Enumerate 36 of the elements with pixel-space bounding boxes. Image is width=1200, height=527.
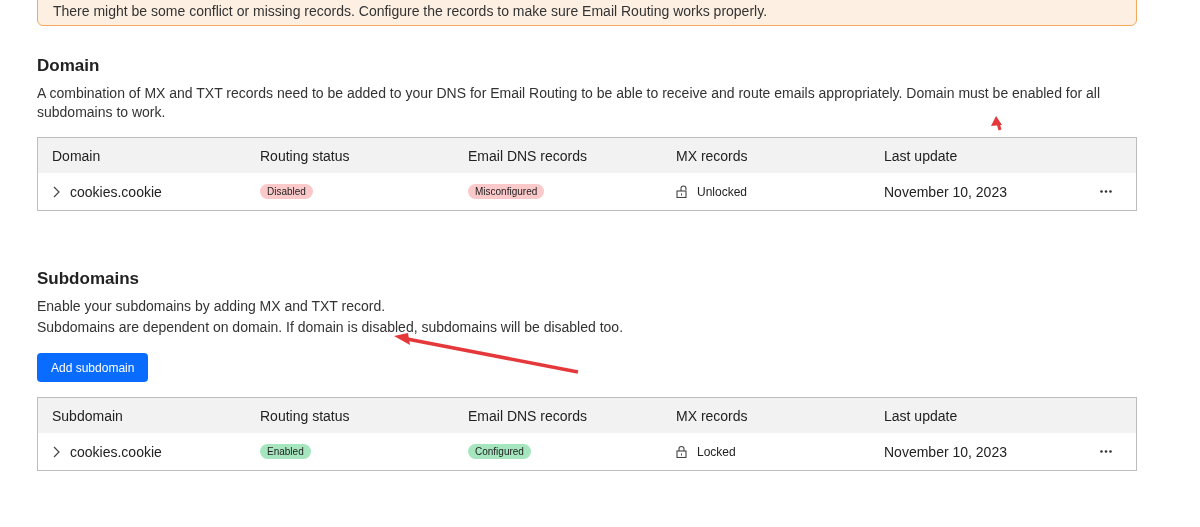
status-badge: Misconfigured	[468, 184, 545, 199]
chevron-icon	[52, 445, 60, 458]
column-header: MX records	[676, 407, 749, 424]
column-header: Subdomain	[52, 407, 124, 424]
domain-name: cookies.cookie	[70, 183, 162, 200]
lock-status: Locked	[697, 444, 736, 459]
domain-name: cookies.cookie	[70, 443, 162, 460]
more-button[interactable]	[1098, 448, 1114, 455]
expand-button[interactable]	[52, 185, 60, 198]
column-header: Routing status	[260, 147, 351, 164]
add-subdomain-button[interactable]: Add subdomain	[37, 353, 149, 382]
more-button[interactable]	[1098, 188, 1114, 195]
more-icon	[1100, 190, 1112, 193]
status-badge: Configured	[468, 444, 531, 459]
column-header: MX records	[676, 147, 749, 164]
section-title: Subdomains	[37, 269, 140, 289]
status-badge: Disabled	[260, 184, 313, 199]
column-header: Email DNS records	[468, 407, 589, 424]
column-header: Domain	[52, 147, 102, 164]
annotation-arrow	[991, 116, 1002, 131]
section-description: Enable your subdomains by adding MX and TXT record.	[37, 297, 387, 316]
column-header: Email DNS records	[468, 147, 589, 164]
date-text: November 10, 2023	[884, 183, 1008, 200]
section-description: A combination of MX and TXT records need to be added to your DNS for Email Routing to be able to receive and route emails appropriately. Domain must be enabled for all subdomains to work.	[37, 84, 1102, 122]
section-description: Subdomains are dependent on domain. If domain is disabled, subdomains will be disabled too.	[37, 318, 625, 337]
chevron-icon	[52, 185, 60, 198]
date-text: November 10, 2023	[884, 443, 1008, 460]
column-header: Last update	[884, 147, 959, 164]
more-icon	[1100, 450, 1112, 453]
lock-status: Unlocked	[697, 184, 748, 199]
section-title: Domain	[37, 56, 101, 76]
expand-button[interactable]	[52, 445, 60, 458]
status-badge: Enabled	[260, 444, 311, 459]
column-header: Routing status	[260, 407, 351, 424]
column-header: Last update	[884, 407, 959, 424]
warning-banner: There might be some conflict or missing records. Configure the records to make sure Email Routing works properly.	[37, 0, 1137, 26]
